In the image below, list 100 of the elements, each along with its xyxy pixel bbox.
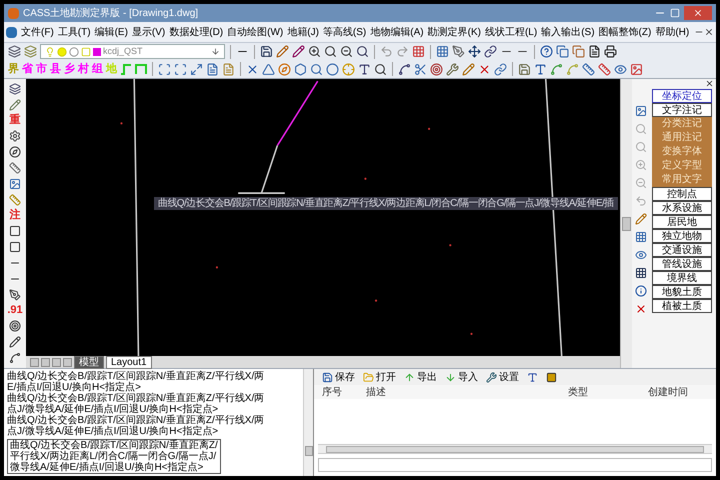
circle-icon[interactable]: [326, 62, 339, 76]
panel-toolbar-button[interactable]: 导入: [445, 370, 478, 384]
app-menu-icon[interactable]: [6, 26, 17, 38]
layers-icon[interactable]: [9, 83, 21, 95]
pen-tool-icon[interactable]: [452, 45, 465, 58]
menu-item[interactable]: 自动绘图(W): [225, 24, 286, 40]
view-icon[interactable]: [614, 62, 627, 76]
menu-item[interactable]: 数据处理(D): [167, 24, 226, 40]
up-arrow-icon[interactable]: [404, 372, 415, 382]
menu-item[interactable]: 图幅整饰(Z): [596, 24, 654, 40]
sheet-edit-icon[interactable]: [222, 62, 235, 76]
status-field[interactable]: [318, 458, 712, 472]
scissors-icon[interactable]: [414, 62, 427, 76]
horizontal-scrollbar[interactable]: [318, 444, 712, 454]
wrench-icon[interactable]: [446, 62, 459, 76]
menu-item[interactable]: 勘测定界(K): [426, 24, 483, 40]
menu-item[interactable]: 输入输出(S): [539, 24, 597, 40]
layout-tab[interactable]: 模型: [74, 356, 104, 368]
command-scrollbar[interactable]: [303, 369, 313, 476]
cross-icon[interactable]: [246, 62, 259, 76]
connect-icon[interactable]: [494, 62, 507, 76]
triangle-icon[interactable]: [262, 62, 275, 76]
pencil-icon[interactable]: [9, 99, 21, 111]
grid-icon[interactable]: [412, 45, 425, 58]
ruler-icon[interactable]: [582, 62, 595, 76]
menu-item[interactable]: 等高线(S): [320, 24, 368, 40]
menu-item[interactable]: 线状工程(L): [482, 24, 540, 40]
menu-item[interactable]: 文件(F): [19, 24, 56, 40]
layer-square-icon[interactable]: [546, 372, 557, 382]
close-icon[interactable]: [635, 303, 647, 315]
menu-item[interactable]: 地物编辑(A): [368, 24, 426, 40]
image-icon[interactable]: [9, 178, 21, 190]
eye-icon[interactable]: [635, 249, 647, 261]
side-panel-button[interactable]: 管线设施: [652, 257, 712, 271]
document-icon[interactable]: [588, 45, 601, 58]
copy-icon[interactable]: [556, 45, 569, 58]
layer-dropdown[interactable]: kcdj_QST: [40, 44, 225, 59]
menu-item[interactable]: 显示(V): [130, 24, 168, 40]
panel-toolbar-button[interactable]: 保存: [322, 370, 355, 384]
grid-icon[interactable]: [635, 231, 647, 243]
zoom-in-icon[interactable]: [308, 45, 321, 58]
ruler-icon[interactable]: [9, 162, 21, 174]
menu-item[interactable]: 帮助(H): [653, 24, 692, 40]
layers-icon[interactable]: [8, 45, 21, 58]
image-icon[interactable]: [630, 62, 643, 76]
compass-icon[interactable]: [9, 146, 21, 158]
layout-tab[interactable]: Layout1: [106, 356, 152, 368]
side-panel-button[interactable]: 坐标定位: [652, 89, 712, 103]
column-header[interactable]: 描述: [366, 384, 568, 400]
move-icon[interactable]: [468, 45, 481, 58]
frame-icon[interactable]: [158, 62, 171, 76]
target-icon[interactable]: [430, 62, 443, 76]
curve-icon[interactable]: [550, 62, 563, 76]
close-icon[interactable]: [693, 8, 703, 18]
sheet-icon[interactable]: [206, 62, 219, 76]
dropdown-arrow-icon[interactable]: [211, 47, 220, 56]
menu-item[interactable]: 地籍(J): [285, 24, 321, 40]
pencil-icon[interactable]: [276, 45, 289, 58]
magnifier-icon[interactable]: [356, 45, 369, 58]
panel-close-icon[interactable]: [705, 79, 714, 88]
search-icon[interactable]: [324, 45, 337, 58]
printer-icon[interactable]: [604, 45, 617, 58]
picture-icon[interactable]: [635, 105, 647, 117]
table-icon[interactable]: [635, 267, 647, 279]
side-panel-button[interactable]: 独立地物: [652, 229, 712, 243]
menu-item[interactable]: 工具(T): [56, 24, 93, 40]
column-header[interactable]: 类型: [568, 384, 648, 400]
save-icon[interactable]: [260, 45, 273, 58]
side-panel-button[interactable]: 境界线: [652, 271, 712, 285]
text-icon[interactable]: [358, 62, 371, 76]
pen-tool-icon[interactable]: [9, 289, 21, 301]
side-panel-button[interactable]: 交通设施: [652, 243, 712, 257]
edit-icon[interactable]: [462, 62, 475, 76]
side-panel-button[interactable]: 控制点: [652, 187, 712, 201]
close-button[interactable]: [684, 6, 712, 20]
table-icon[interactable]: [436, 45, 449, 58]
pen-icon[interactable]: [292, 45, 305, 58]
info-icon[interactable]: [635, 285, 647, 297]
side-panel-button[interactable]: 水系设施: [652, 201, 712, 215]
rectangle-icon[interactable]: [9, 241, 21, 253]
link-icon[interactable]: [484, 45, 497, 58]
panel-toolbar-button[interactable]: 打开: [363, 370, 396, 384]
left-tool-label[interactable]: 重: [10, 115, 20, 126]
close-icon[interactable]: [704, 27, 714, 37]
pencil-icon[interactable]: [635, 213, 647, 225]
left-tool-label[interactable]: .91: [7, 305, 23, 316]
maximize-icon[interactable]: [670, 8, 680, 18]
circle-target-icon[interactable]: [9, 320, 21, 332]
find-icon[interactable]: [310, 62, 323, 76]
lookup-icon[interactable]: [374, 62, 387, 76]
side-panel-button[interactable]: 植被土质: [652, 299, 712, 313]
zoom-out-icon[interactable]: [340, 45, 353, 58]
column-header[interactable]: 创建时间: [648, 384, 708, 400]
layers-stack-icon[interactable]: [24, 45, 37, 58]
panel-toolbar-button[interactable]: 设置: [486, 370, 519, 384]
hexagon-icon[interactable]: [294, 62, 307, 76]
measure-icon[interactable]: [598, 62, 611, 76]
vertical-scrollbar[interactable]: [620, 79, 632, 368]
duplicate-icon[interactable]: [572, 45, 585, 58]
side-panel-button[interactable]: 文字注记: [652, 103, 712, 117]
